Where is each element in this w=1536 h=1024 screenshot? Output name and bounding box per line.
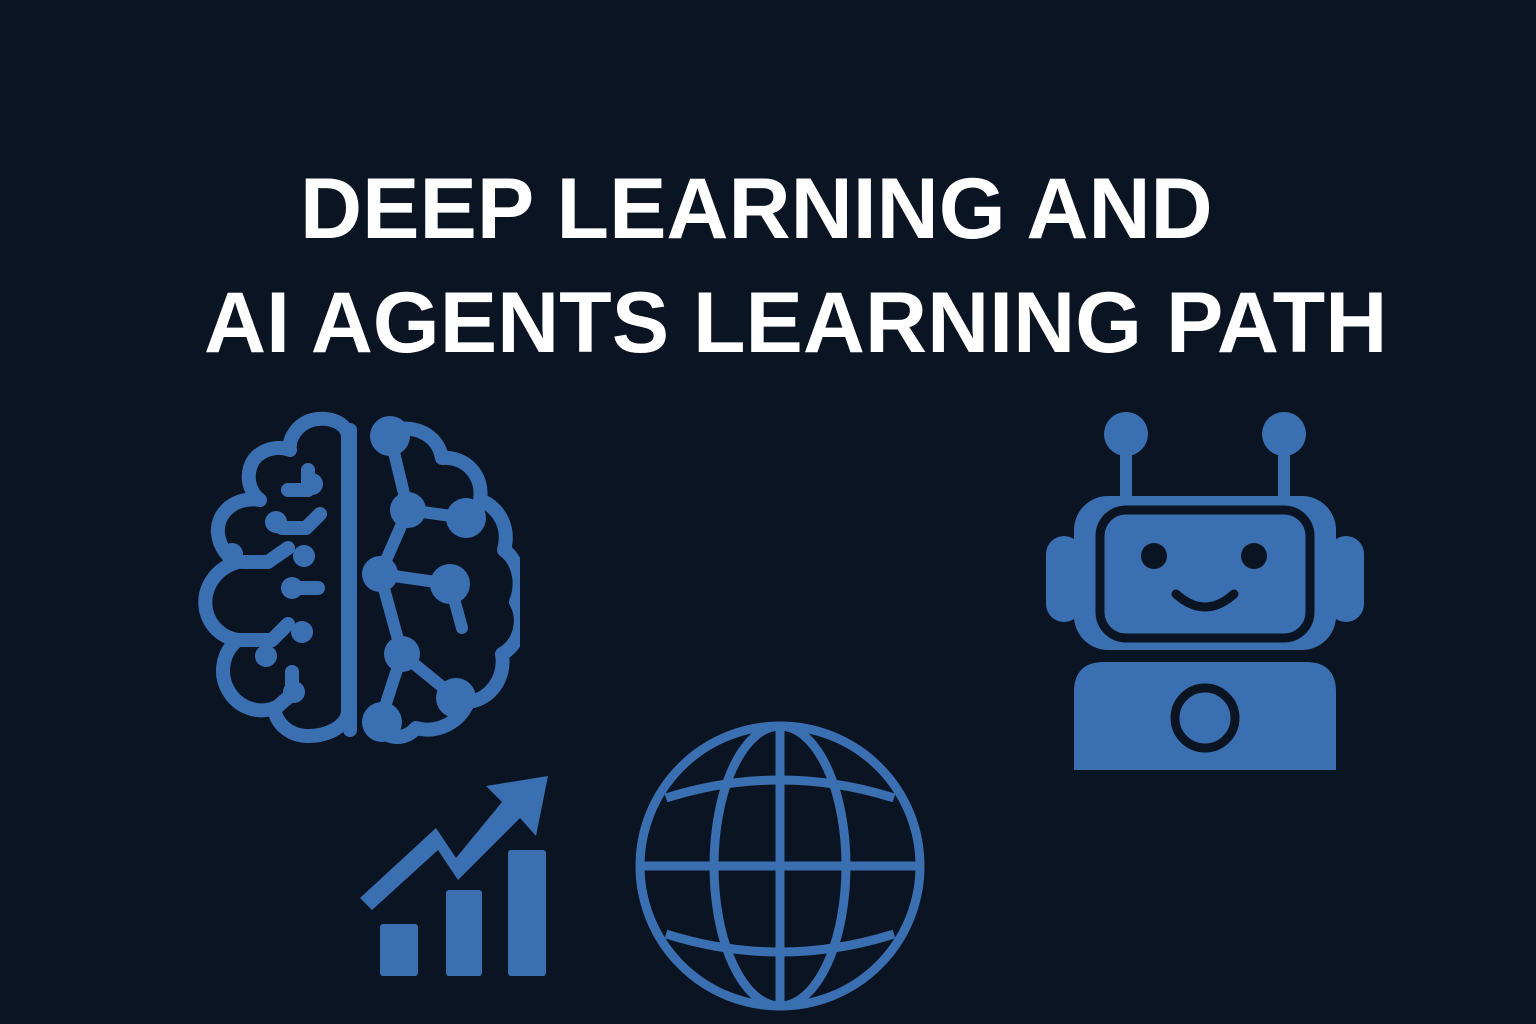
growth-chart-icon <box>360 776 548 976</box>
brain-circuit-icon <box>198 411 520 744</box>
robot-icon <box>1046 412 1364 770</box>
title-line-2: AI AGENTS LEARNING PATH <box>204 275 1388 371</box>
globe-icon <box>635 721 925 1011</box>
banner-canvas: DEEP LEARNING AND AI AGENTS LEARNING PAT… <box>0 0 1536 1024</box>
title-line-1: DEEP LEARNING AND <box>300 161 1213 257</box>
